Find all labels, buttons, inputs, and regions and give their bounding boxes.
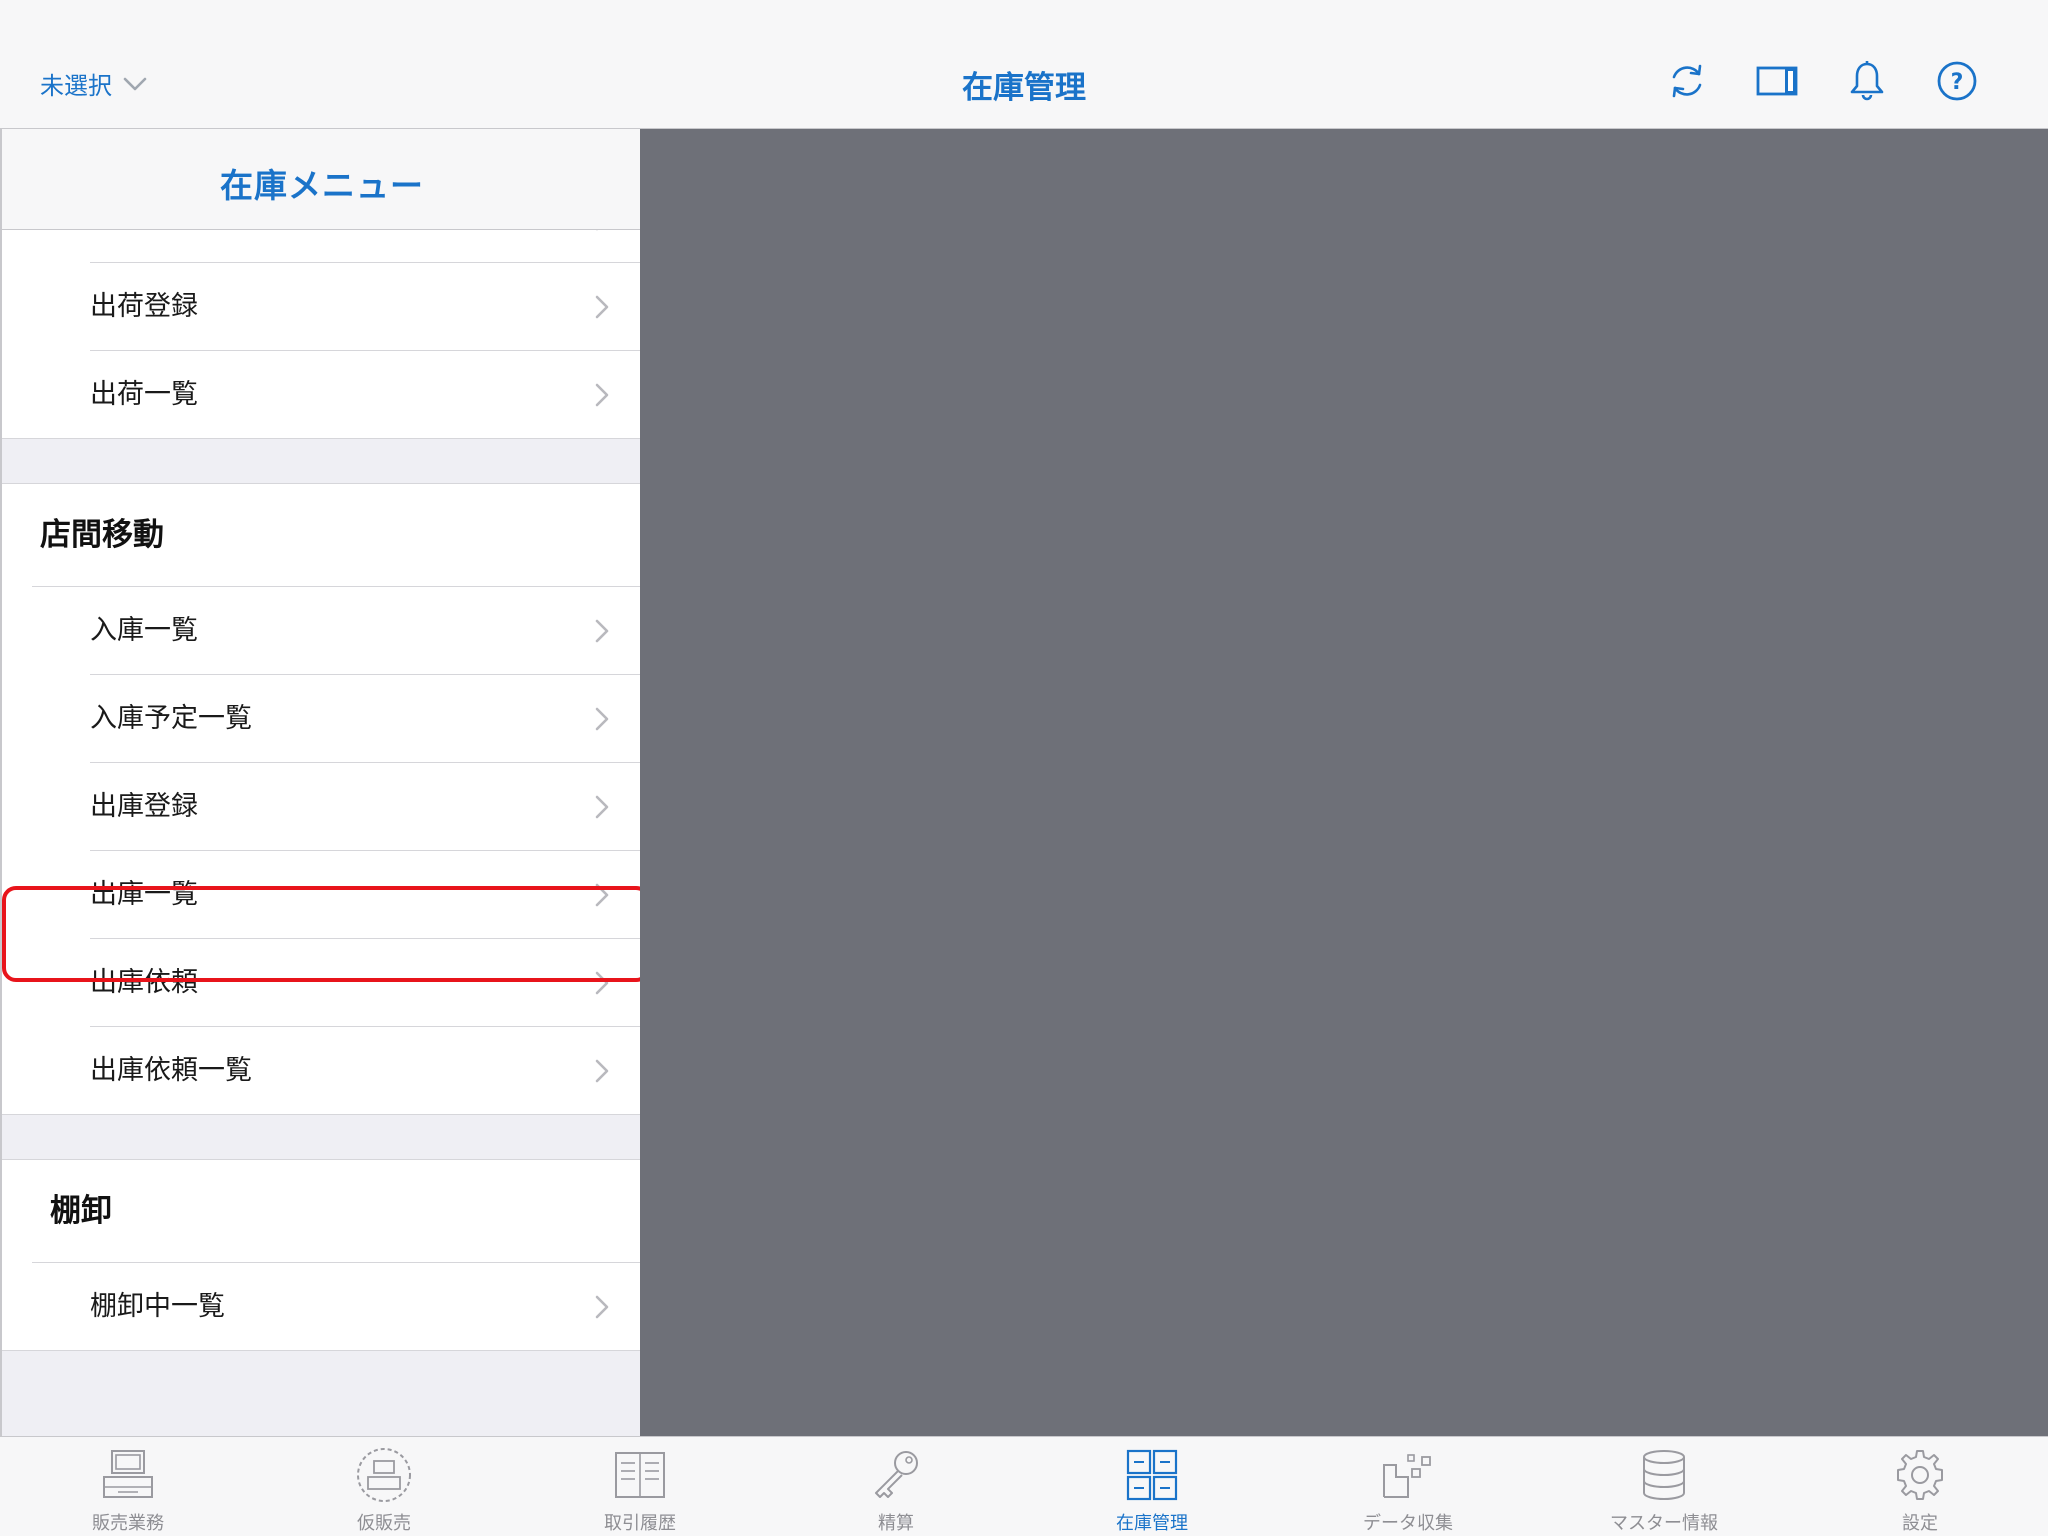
sidebar-header: 在庫メニュー [2, 129, 640, 230]
svg-text:?: ? [1951, 70, 1964, 95]
tab-inventory[interactable]: 在庫管理 [1024, 1437, 1280, 1536]
menu-item-label: 出庫依頼 [90, 967, 198, 998]
inventory-icon [1126, 1449, 1178, 1501]
tab-settlement[interactable]: 精算 [768, 1437, 1024, 1536]
tab-settings[interactable]: 設定 [1792, 1437, 2048, 1536]
menu-item-label: 出庫登録 [90, 791, 198, 822]
data-collect-icon [1383, 1454, 1431, 1498]
menu-item-label: 棚卸中一覧 [90, 1291, 225, 1322]
chevron-right-icon [595, 383, 609, 407]
help-button[interactable]: ? [1936, 60, 1978, 102]
chevron-right-icon [596, 230, 598, 231]
chevron-right-icon [595, 883, 609, 907]
inventory-menu-sidebar[interactable]: 在庫メニュー 入荷予定一覧 検品未完了のみ 出荷登録 出荷一覧 店間移動 入庫一… [0, 129, 640, 1436]
chevron-right-icon [595, 619, 609, 643]
split-view-icon [1756, 66, 1798, 96]
section-gap [2, 1115, 640, 1160]
menu-item-label: 出庫一覧 [90, 879, 198, 910]
tab-label: 販売業務 [92, 1513, 164, 1534]
chevron-right-icon [595, 1059, 609, 1083]
menu-item-shipment-register[interactable]: 出荷登録 [2, 263, 640, 351]
chevron-right-icon [595, 971, 609, 995]
register-icon [103, 1450, 153, 1498]
temp-register-icon [357, 1448, 411, 1502]
tab-label: マスター情報 [1610, 1513, 1718, 1534]
tab-bar: 販売業務 仮販売 取引履歴 精算 在庫管理 データ収集 マスター情報 設定 [0, 1436, 2048, 1536]
tab-transaction-history[interactable]: 取引履歴 [512, 1437, 768, 1536]
menu-item-stock-out-register[interactable]: 出庫登録 [2, 763, 640, 851]
chevron-right-icon [595, 1295, 609, 1319]
gear-icon [1897, 1450, 1943, 1500]
refresh-button[interactable] [1666, 60, 1708, 102]
menu-item-label: 入庫予定一覧 [90, 703, 252, 734]
section-header-store-transfer: 店間移動 [2, 484, 640, 587]
menu-item-label: 入庫一覧 [90, 615, 198, 646]
detail-pane [640, 129, 2048, 1436]
menu-list: 入荷予定一覧 検品未完了のみ 出荷登録 出荷一覧 店間移動 入庫一覧 入庫予定一… [2, 230, 640, 1351]
split-view-button[interactable] [1756, 60, 1798, 102]
section-header-stocktaking: 棚卸 [2, 1160, 640, 1263]
chevron-right-icon [595, 707, 609, 731]
menu-item-shipment-list[interactable]: 出荷一覧 [2, 351, 640, 439]
tab-label: 精算 [878, 1513, 914, 1534]
tab-temp-sales[interactable]: 仮販売 [256, 1437, 512, 1536]
help-icon: ? [1937, 61, 1977, 101]
tab-label: 仮販売 [357, 1513, 411, 1534]
tab-data-collection[interactable]: データ収集 [1280, 1437, 1536, 1536]
tab-label: 取引履歴 [604, 1513, 676, 1534]
menu-item-scheduled-stock-in-list[interactable]: 入庫予定一覧 [2, 675, 640, 763]
menu-item-label: 出荷登録 [90, 291, 198, 322]
notifications-button[interactable] [1846, 60, 1888, 102]
menu-item-stock-in-list[interactable]: 入庫一覧 [2, 587, 640, 675]
menu-item-stock-out-list[interactable]: 出庫一覧 [2, 851, 640, 939]
menu-item-stock-out-request-list[interactable]: 出庫依頼一覧 [2, 1027, 640, 1115]
chevron-right-icon [595, 295, 609, 319]
database-icon [1643, 1450, 1685, 1500]
section-gap [2, 439, 640, 484]
tab-label: データ収集 [1363, 1513, 1453, 1534]
key-icon [875, 1451, 918, 1498]
tab-label: 在庫管理 [1116, 1513, 1188, 1534]
menu-item-stock-out-request[interactable]: 出庫依頼 [2, 939, 640, 1027]
bell-icon [1850, 61, 1884, 101]
tab-label: 設定 [1902, 1513, 1938, 1534]
tab-sales[interactable]: 販売業務 [0, 1437, 256, 1536]
menu-item-scheduled-arrivals[interactable]: 入荷予定一覧 検品未完了のみ [2, 230, 640, 263]
sidebar-title: 在庫メニュー [220, 166, 424, 205]
refresh-icon [1672, 64, 1702, 98]
receipt-icon [615, 1452, 665, 1498]
menu-item-label: 出荷一覧 [90, 379, 198, 410]
menu-item-stocktaking-list[interactable]: 棚卸中一覧 [2, 1263, 640, 1351]
menu-item-label: 出庫依頼一覧 [90, 1055, 252, 1086]
chevron-right-icon [595, 795, 609, 819]
tab-master-info[interactable]: マスター情報 [1536, 1437, 1792, 1536]
navigation-bar: 未選択 在庫管理 ? [0, 0, 2048, 129]
